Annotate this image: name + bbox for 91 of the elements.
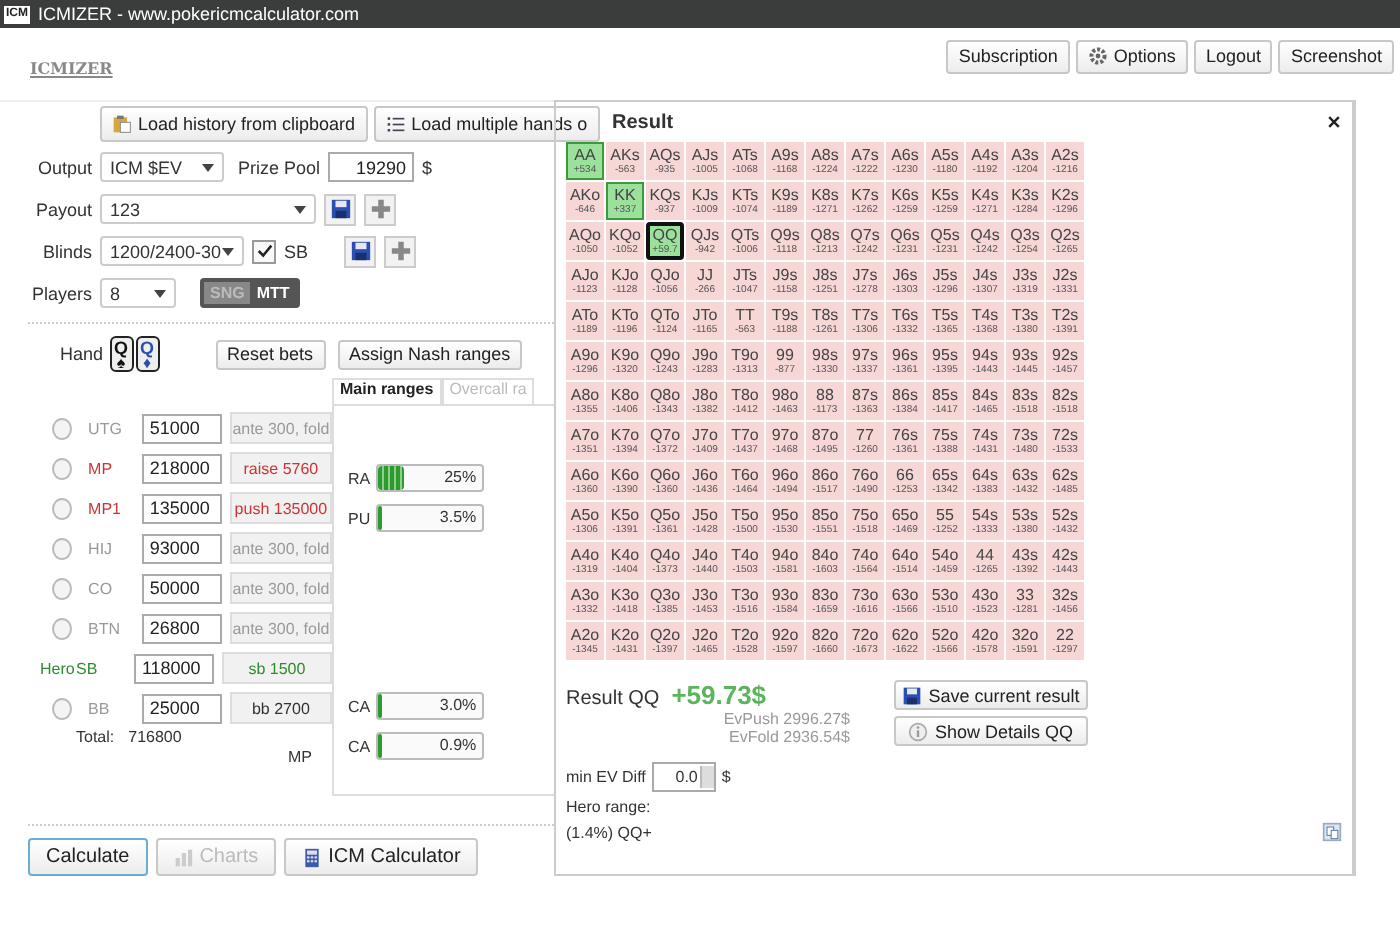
players-label: Players	[29, 283, 92, 303]
sb-label: SB	[284, 241, 309, 261]
action-button[interactable]: Assign Nash ranges	[337, 339, 523, 369]
bottom-button[interactable]: Calculate	[28, 838, 148, 876]
total-value: 716800	[128, 728, 182, 746]
unit-label: $	[721, 768, 731, 786]
copy-icon[interactable]	[1322, 822, 1342, 842]
info-icon	[908, 721, 929, 741]
payout-dropdown[interactable]: 123	[100, 194, 316, 224]
hero-range-value: (1.4%) QQ+	[566, 823, 652, 841]
stack-field[interactable]: 135000	[141, 493, 222, 523]
position-label: MP	[88, 459, 115, 477]
player-radio[interactable]	[52, 537, 73, 559]
bottom-button[interactable]: ICM Calculator	[284, 838, 479, 876]
prize-pool-field[interactable]: 19290	[328, 152, 415, 182]
players-dropdown[interactable]: 8	[100, 278, 176, 308]
calculator-icon	[302, 847, 323, 867]
header-button[interactable]: Screenshot	[1278, 39, 1394, 73]
action-button[interactable]: Reset bets	[215, 339, 326, 369]
range-label: CA	[348, 697, 371, 715]
range-slider[interactable]: 0.9%	[376, 732, 485, 760]
clipboard-icon	[112, 114, 132, 134]
save-button[interactable]	[344, 235, 377, 267]
player-radio[interactable]	[52, 457, 73, 479]
output-dropdown[interactable]: ICM $EV	[100, 152, 224, 182]
position-label: BTN	[88, 619, 123, 637]
ev-fold-text: EvFold 2936.54$	[729, 728, 850, 746]
prize-pool-label: Prize Pool	[238, 157, 321, 177]
playing-card: Q ♦	[135, 336, 160, 372]
header-button[interactable]: Logout	[1193, 39, 1273, 73]
stack-field[interactable]: 51000	[141, 413, 222, 443]
position-label: HIJ	[88, 539, 115, 557]
close-icon[interactable]	[1326, 114, 1342, 130]
save-button[interactable]	[324, 193, 356, 225]
range-label: RA	[348, 469, 371, 487]
gear-icon	[1087, 46, 1108, 66]
output-label: Output	[35, 157, 92, 177]
position-label: BB	[88, 699, 112, 717]
player-radio[interactable]	[52, 417, 73, 439]
stack-field[interactable]: 93000	[141, 533, 222, 563]
logo-link[interactable]: ICMIZER	[30, 58, 113, 78]
position-label: MP1	[88, 499, 123, 517]
panel-title: Result	[612, 111, 674, 133]
stack-field[interactable]: 25000	[141, 693, 222, 723]
header-button[interactable]: Subscription	[946, 39, 1070, 73]
result-button[interactable]: Show Details QQ	[894, 716, 1088, 746]
total-label: Total:	[76, 728, 115, 746]
action-field[interactable]: push 135000	[229, 492, 333, 524]
action-field[interactable]: sb 1500	[221, 652, 332, 684]
mode-toggle[interactable]: MTT	[250, 282, 296, 304]
save-icon	[902, 685, 923, 705]
stack-field[interactable]: 118000	[133, 653, 214, 683]
player-radio[interactable]	[52, 697, 73, 719]
hero-range-label: Hero range:	[566, 798, 653, 816]
blinds-dropdown[interactable]: 1200/2400-30	[100, 236, 244, 266]
ev-push-text: EvPush 2996.27$	[723, 710, 850, 728]
range-slider[interactable]: 25%	[376, 464, 485, 492]
range-tab[interactable]: Main ranges	[332, 378, 442, 404]
range-slider[interactable]: 3.0%	[376, 692, 485, 720]
header-button[interactable]: Options	[1075, 39, 1188, 73]
position-label: UTG	[88, 419, 124, 437]
sb-checkbox[interactable]	[252, 239, 276, 263]
window-title: ICMIZER - www.pokericmcalculator.com	[38, 4, 360, 24]
hand-label: Hand	[60, 344, 104, 364]
action-field[interactable]: bb 2700	[229, 692, 333, 724]
blinds-label: Blinds	[40, 241, 92, 261]
caller-label: MP	[288, 748, 312, 766]
min-ev-label: min EV Diff	[566, 768, 646, 786]
playing-card: Q ♠	[109, 336, 134, 372]
list-icon	[385, 114, 406, 134]
currency-label: $	[422, 157, 433, 177]
player-radio[interactable]	[52, 577, 73, 599]
stack-field[interactable]: 218000	[141, 453, 222, 483]
range-label: PU	[348, 509, 371, 527]
range-slider[interactable]: 3.5%	[376, 504, 485, 532]
position-label: CO	[88, 579, 115, 597]
hero-label: Hero	[40, 659, 72, 677]
action-field[interactable]: raise 5760	[229, 452, 333, 484]
position-label: SB	[76, 659, 100, 677]
result-button[interactable]: Save current result	[894, 680, 1088, 710]
range-label: CA	[348, 737, 371, 755]
player-radio[interactable]	[52, 617, 73, 639]
payout-label: Payout	[33, 199, 92, 219]
min-ev-field[interactable]: 0.0	[651, 762, 716, 792]
player-radio[interactable]	[52, 497, 73, 519]
result-value: +59.73$	[671, 680, 767, 710]
stack-field[interactable]: 50000	[141, 573, 222, 603]
result-label: Result QQ	[566, 688, 660, 710]
stack-field[interactable]: 26800	[141, 613, 222, 643]
load-button[interactable]: Load history from clipboard	[100, 106, 368, 142]
chart-icon	[173, 847, 194, 867]
